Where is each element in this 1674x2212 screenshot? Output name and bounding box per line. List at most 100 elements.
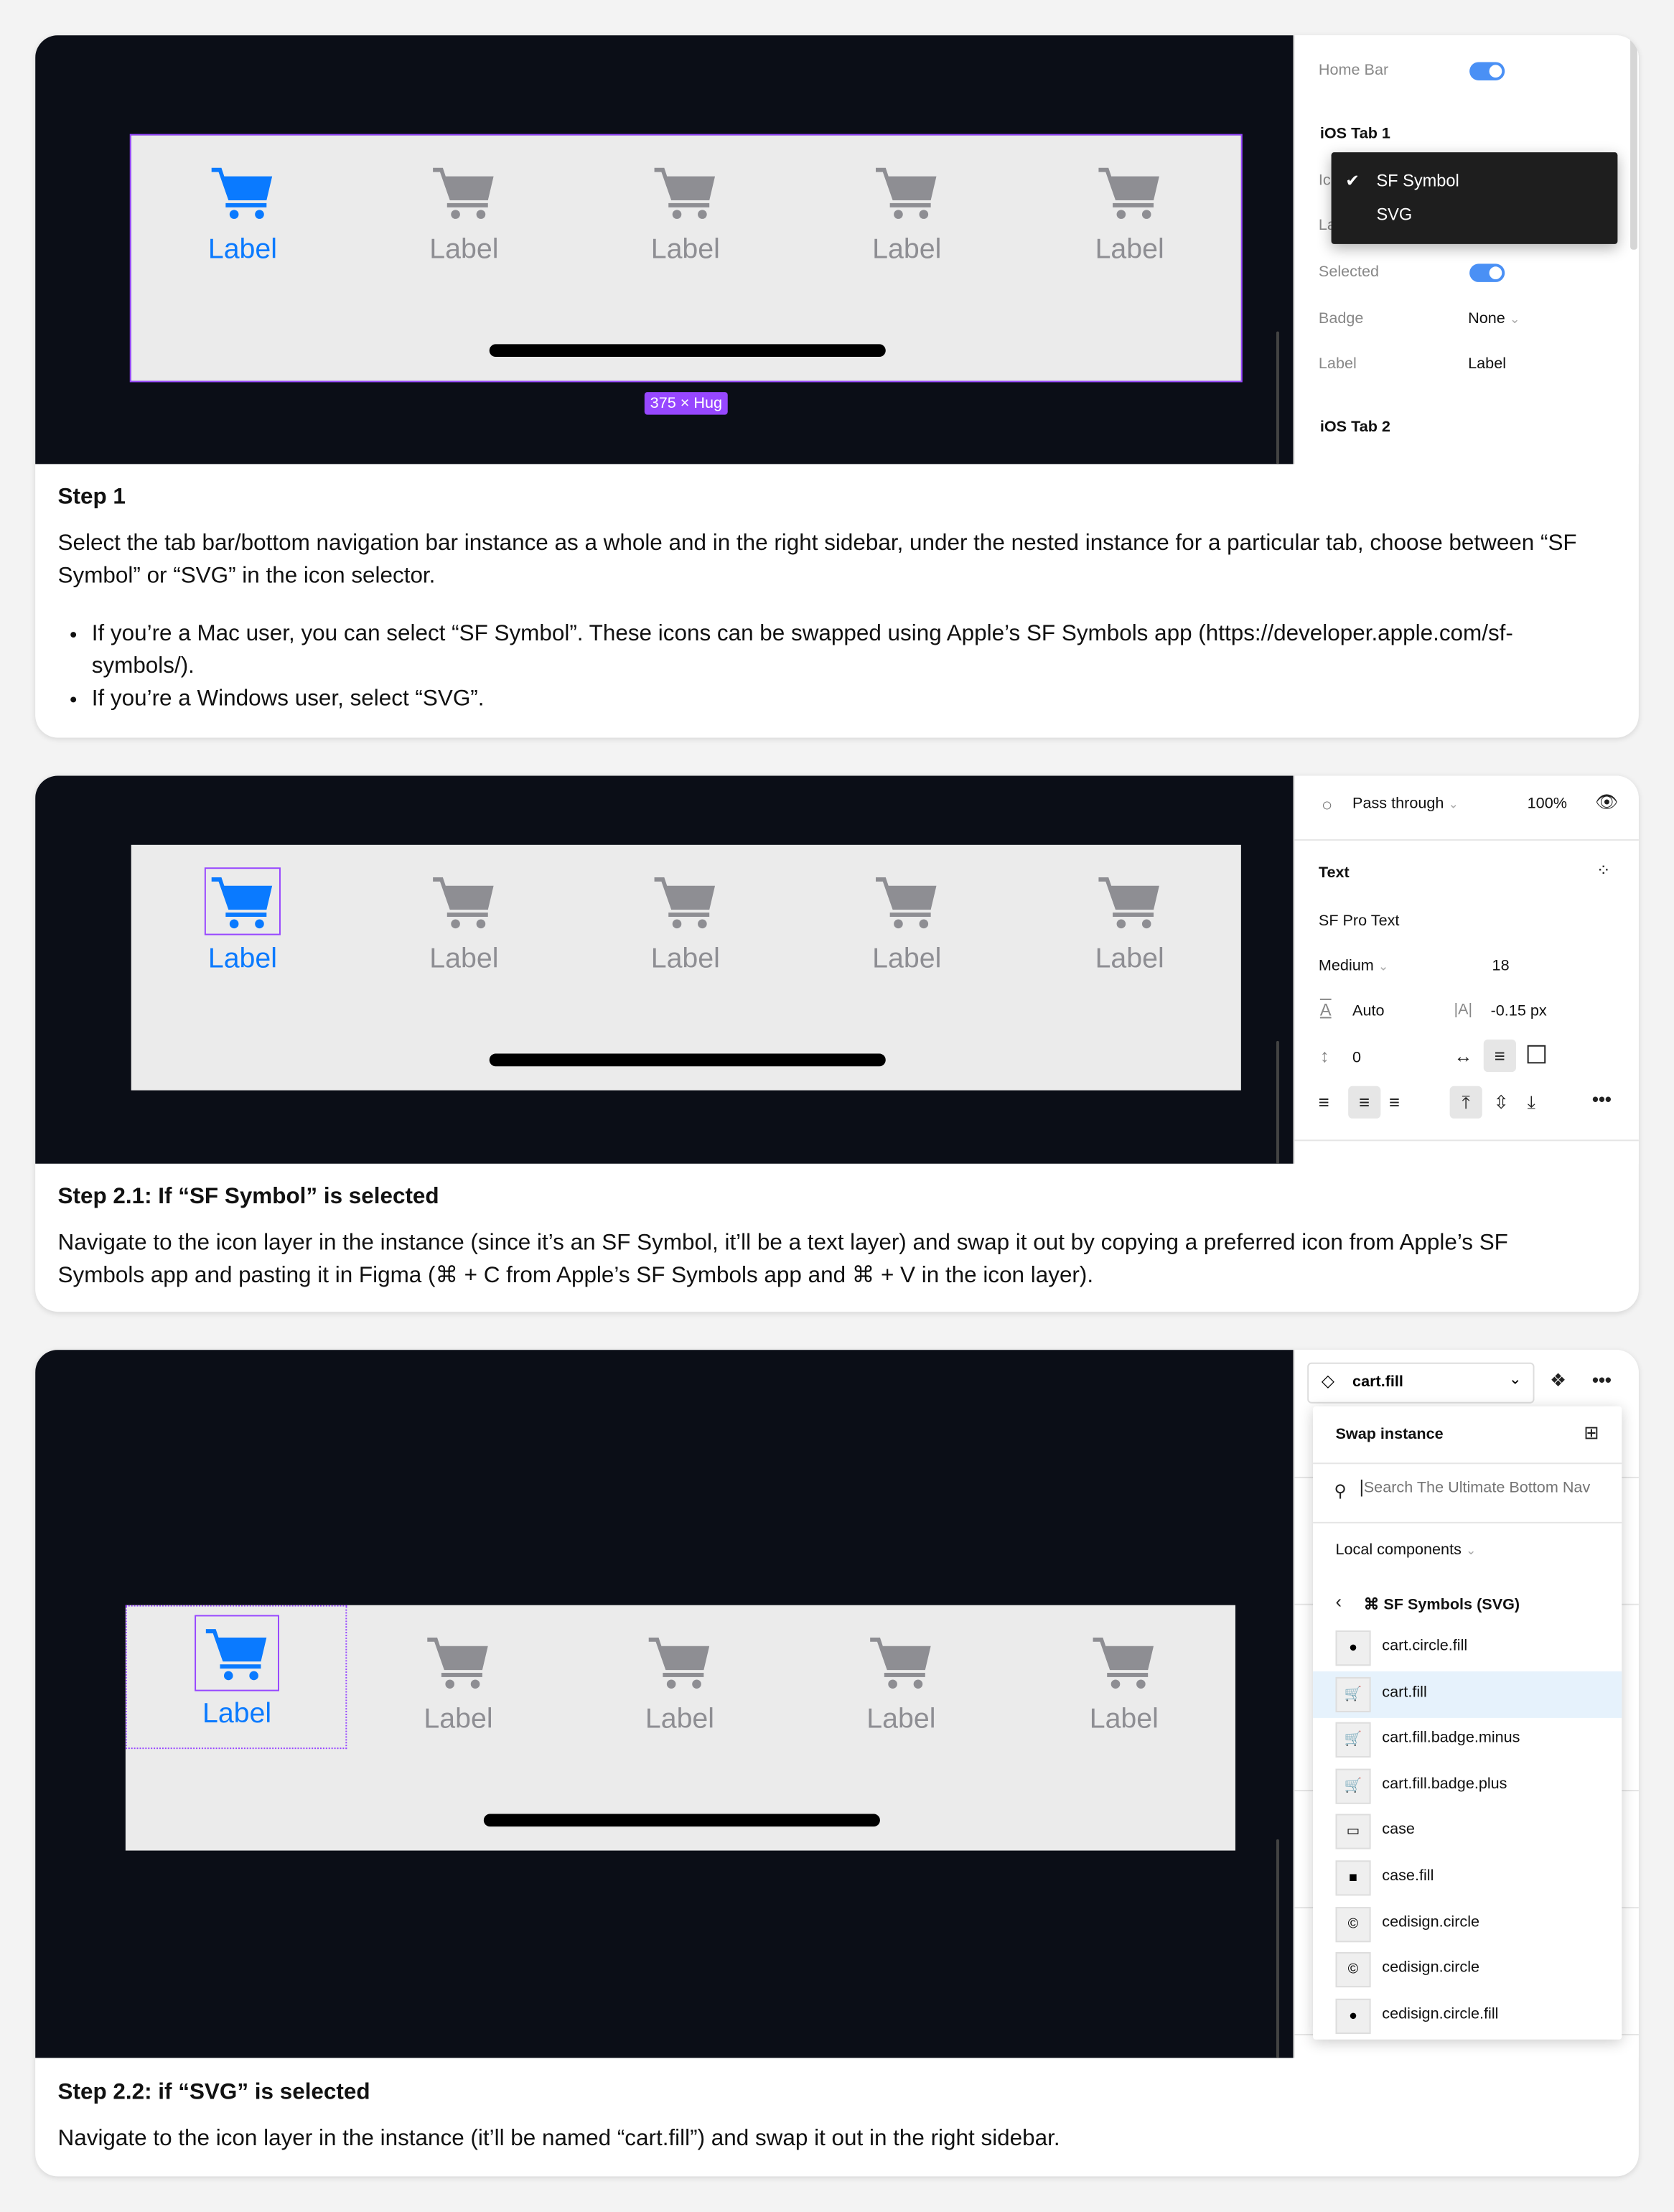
menu-item-svg[interactable]: SVG	[1332, 205, 1618, 227]
tab-item[interactable]: Label	[615, 873, 756, 976]
chevron-down-icon: ⌄	[1508, 1371, 1522, 1389]
instance-name: cart.fill	[1352, 1373, 1403, 1391]
letter-spacing-input[interactable]: -0.15 px	[1491, 1003, 1547, 1020]
tab-item[interactable]: Label	[172, 867, 313, 976]
library-value: Local components	[1335, 1541, 1462, 1559]
library-select[interactable]: Local components ⌄	[1335, 1541, 1476, 1559]
tab-item[interactable]: Label	[1054, 1633, 1194, 1736]
align-middle-icon[interactable]: ⇳	[1494, 1092, 1509, 1114]
chevron-down-icon: ⌄	[1378, 958, 1389, 974]
cart-icon	[653, 873, 718, 930]
align-center-icon[interactable]: ≡	[1348, 1086, 1381, 1119]
fixed-size-icon[interactable]	[1527, 1045, 1546, 1064]
opacity-input[interactable]: 100%	[1528, 795, 1567, 813]
tab-item[interactable]: Label	[615, 164, 756, 266]
component-name: cedisign.circle.fill	[1382, 2005, 1499, 2022]
eye-icon[interactable]: 👁	[1595, 791, 1618, 813]
tab-label: Label	[429, 234, 499, 266]
component-name: case.fill	[1382, 1867, 1434, 1885]
size-badge: 375 × Hug	[644, 392, 728, 415]
component-name: cart.circle.fill	[1382, 1637, 1468, 1655]
tab-label: Label	[872, 234, 942, 266]
back-chevron-icon[interactable]: ‹	[1335, 1591, 1342, 1612]
component-thumbnail-icon: ©	[1335, 1906, 1371, 1942]
align-top-icon[interactable]: ⤒	[1449, 1086, 1482, 1119]
home-bar-toggle[interactable]	[1469, 62, 1505, 80]
search-icon: ⚲	[1334, 1480, 1347, 1501]
divider	[1313, 1462, 1622, 1465]
blend-mode-icon: ○	[1321, 794, 1333, 816]
divider	[1294, 839, 1639, 841]
cart-icon	[874, 164, 939, 220]
scrollbar[interactable]	[1276, 1040, 1279, 1164]
align-bottom-icon[interactable]: ⤓	[1528, 1092, 1535, 1114]
component-thumbnail-icon: ©	[1335, 1952, 1371, 1988]
cart-icon	[1097, 164, 1161, 220]
tab-item[interactable]: Label	[388, 1633, 528, 1736]
tab-item[interactable]: Label	[167, 1615, 307, 1730]
auto-width-icon[interactable]: ↔	[1454, 1045, 1473, 1066]
menu-item-label: SVG	[1376, 204, 1413, 225]
cart-icon	[1092, 1633, 1156, 1690]
section-ios-tab-1: iOS Tab 1	[1319, 125, 1390, 143]
label-value[interactable]: Label	[1468, 355, 1506, 373]
tab-bar-instance[interactable]: Label Label Label Label Label	[131, 844, 1241, 1091]
line-height-input[interactable]: Auto	[1352, 1003, 1384, 1020]
scrollbar[interactable]	[1276, 331, 1279, 465]
home-bar-label: Home Bar	[1318, 62, 1389, 80]
tab-item[interactable]: Label	[831, 1633, 971, 1736]
cart-icon	[869, 1633, 933, 1690]
scrollbar[interactable]	[1276, 1839, 1279, 2058]
badge-value: None	[1468, 310, 1505, 327]
divider	[1294, 1139, 1639, 1142]
cart-icon	[647, 1633, 712, 1690]
blend-mode-select[interactable]: Pass through ⌄	[1352, 795, 1459, 813]
tab-item[interactable]: Label	[1059, 164, 1200, 266]
styles-grid-icon[interactable]: ⁘	[1596, 860, 1611, 880]
chevron-down-icon: ⌄	[1509, 312, 1520, 326]
letter-spacing-icon: |A|	[1454, 1001, 1473, 1019]
tab-bar-instance[interactable]: Label Label Label Label Label	[125, 1605, 1235, 1851]
align-left-icon[interactable]: ≡	[1319, 1092, 1329, 1113]
font-family-select[interactable]: SF Pro Text	[1319, 913, 1400, 930]
step21-text: Step 2.1: If “SF Symbol” is selected Nav…	[58, 1180, 1596, 1292]
tab-label: Label	[650, 943, 720, 975]
badge-select[interactable]: None ⌄	[1468, 310, 1520, 327]
cart-icon	[210, 164, 275, 220]
blend-mode-value: Pass through	[1352, 795, 1444, 813]
search-input[interactable]	[1360, 1479, 1612, 1497]
font-size-input[interactable]: 18	[1492, 958, 1510, 975]
properties-panel: Home Bar iOS Tab 1 Ic La Selected Badge …	[1293, 35, 1639, 465]
tab-item[interactable]: Label	[393, 873, 534, 976]
tab-bar-instance[interactable]: Label Label Label Label Label	[129, 134, 1243, 383]
tab-item[interactable]: Label	[609, 1633, 750, 1736]
tab-item[interactable]: Label	[1059, 873, 1200, 976]
paragraph-spacing-input[interactable]: 0	[1352, 1050, 1361, 1067]
tab-item[interactable]: Label	[836, 164, 977, 266]
grid-view-icon[interactable]: ⊞	[1584, 1422, 1599, 1444]
tab-item[interactable]: Label	[172, 164, 313, 266]
component-list-item[interactable]: 🛒 cart.fill	[1313, 1671, 1622, 1718]
font-weight-select[interactable]: Medium ⌄	[1319, 958, 1389, 975]
step22-card: Label Label Label Label Label ◇ cart.fill ⌄ …	[35, 1350, 1639, 2177]
tab-label: Label	[429, 943, 499, 975]
step-body: Navigate to the icon layer in the instan…	[57, 1231, 1508, 1288]
more-options-icon[interactable]: •••	[1592, 1370, 1612, 1391]
tab-item[interactable]: Label	[836, 873, 977, 976]
folder-name: ⌘ SF Symbols (SVG)	[1363, 1596, 1520, 1614]
step-bullets: If you’re a Mac user, you can select “SF…	[58, 617, 1596, 715]
menu-item-sf-symbol[interactable]: ✔ SF Symbol	[1332, 171, 1618, 193]
instance-select[interactable]: ◇ cart.fill ⌄	[1307, 1362, 1535, 1404]
bullet-mac: If you’re a Mac user, you can select “SF…	[92, 617, 1596, 682]
panel-scrollbar[interactable]	[1630, 35, 1637, 250]
home-indicator	[489, 344, 886, 358]
more-options-icon[interactable]: •••	[1592, 1089, 1612, 1110]
menu-item-label: SF Symbol	[1376, 170, 1459, 191]
font-weight-value: Medium	[1318, 957, 1374, 975]
go-to-main-component-icon[interactable]: ❖	[1550, 1370, 1566, 1392]
tab-item[interactable]: Label	[393, 164, 534, 266]
component-name: cedisign.circle	[1382, 1913, 1480, 1931]
selected-toggle[interactable]	[1469, 263, 1505, 282]
align-right-icon[interactable]: ≡	[1389, 1092, 1400, 1113]
auto-height-icon[interactable]: ≡	[1483, 1039, 1516, 1073]
